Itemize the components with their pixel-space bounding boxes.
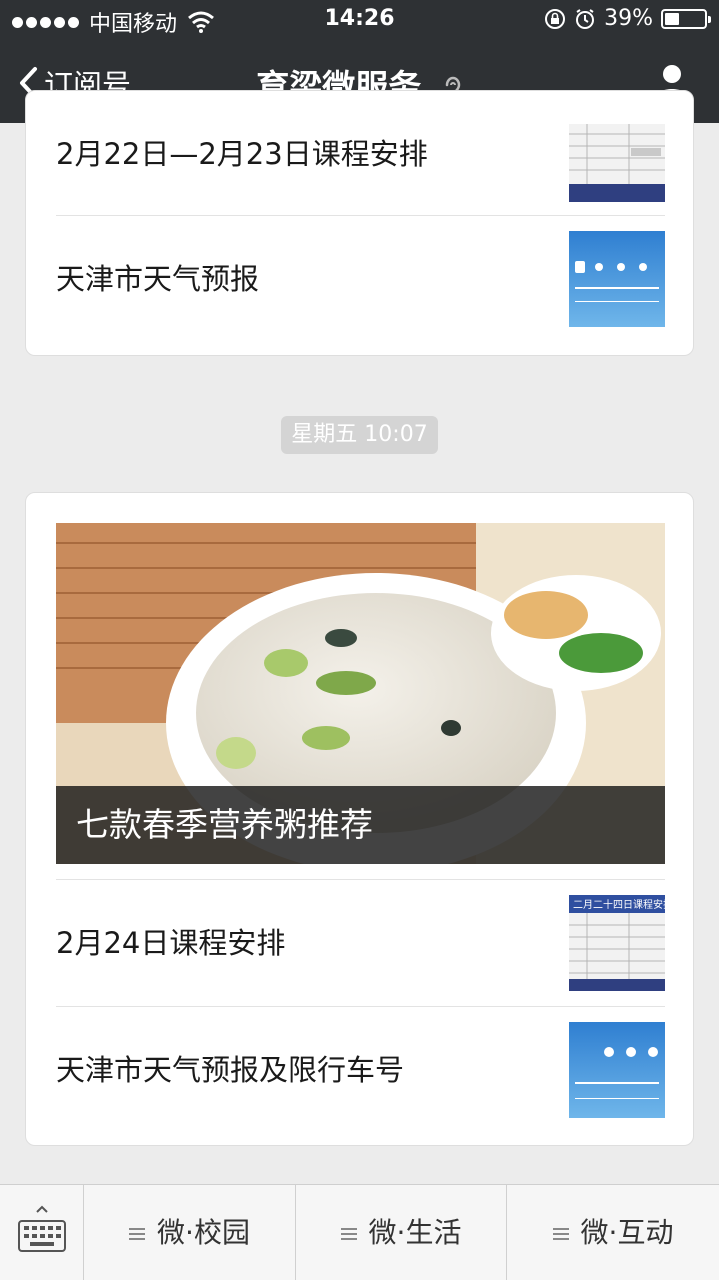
- article-card-2: 七款春季营养粥推荐 2月24日课程安排 二月二十四日课程安排 天津市天气预报及限…: [25, 492, 694, 1146]
- article-title: 天津市天气预报: [56, 262, 260, 296]
- article-thumbnail: [569, 1022, 665, 1118]
- article-title: 2月24日课程安排: [56, 926, 286, 960]
- menu-item-label: 微·互动: [580, 1216, 674, 1249]
- battery-icon: [661, 8, 711, 29]
- menu-item-label: 微·生活: [368, 1216, 462, 1249]
- hamburger-icon: [129, 1228, 146, 1240]
- article-title: 2月22日—2月23日课程安排: [56, 137, 428, 171]
- battery-percent: 39%: [604, 6, 653, 31]
- menu-item-label: 微·校园: [157, 1216, 250, 1249]
- hamburger-icon: [552, 1228, 569, 1240]
- rotation-lock-icon: [545, 8, 566, 29]
- status-bar: 中国移动 14:26 39%: [0, 0, 719, 40]
- menu-item-interaction[interactable]: 微·互动: [507, 1185, 719, 1280]
- timestamp-badge: 星期五 10:07: [281, 416, 438, 454]
- status-right: 39%: [544, 6, 711, 31]
- menu-item-life[interactable]: 微·生活: [296, 1185, 507, 1280]
- keyboard-icon: [18, 1205, 66, 1252]
- bottom-menu-bar: 微·校园 微·生活 微·互动: [0, 1184, 719, 1280]
- article-card-1: 2月22日—2月23日课程安排 天津市天气预报: [25, 90, 694, 356]
- article-thumbnail: [569, 124, 665, 202]
- cover-article[interactable]: 七款春季营养粥推荐: [56, 523, 665, 864]
- article-thumbnail: [569, 231, 665, 327]
- thumbnail-heading: 二月二十四日课程安排: [573, 898, 665, 911]
- cover-title: 七款春季营养粥推荐: [56, 786, 665, 864]
- keyboard-toggle-button[interactable]: [0, 1185, 84, 1280]
- article-thumbnail: 二月二十四日课程安排: [569, 895, 665, 991]
- menu-item-campus[interactable]: 微·校园: [84, 1185, 296, 1280]
- hamburger-icon: [340, 1228, 357, 1240]
- article-item-course-schedule-feb24[interactable]: 2月24日课程安排 二月二十四日课程安排: [56, 880, 665, 1006]
- article-title: 天津市天气预报及限行车号: [56, 1053, 405, 1087]
- article-item-weather-traffic[interactable]: 天津市天气预报及限行车号: [56, 1007, 665, 1133]
- alarm-icon: [576, 8, 595, 29]
- article-item-course-schedule[interactable]: 2月22日—2月23日课程安排: [56, 91, 665, 217]
- article-item-weather[interactable]: 天津市天气预报: [56, 216, 665, 342]
